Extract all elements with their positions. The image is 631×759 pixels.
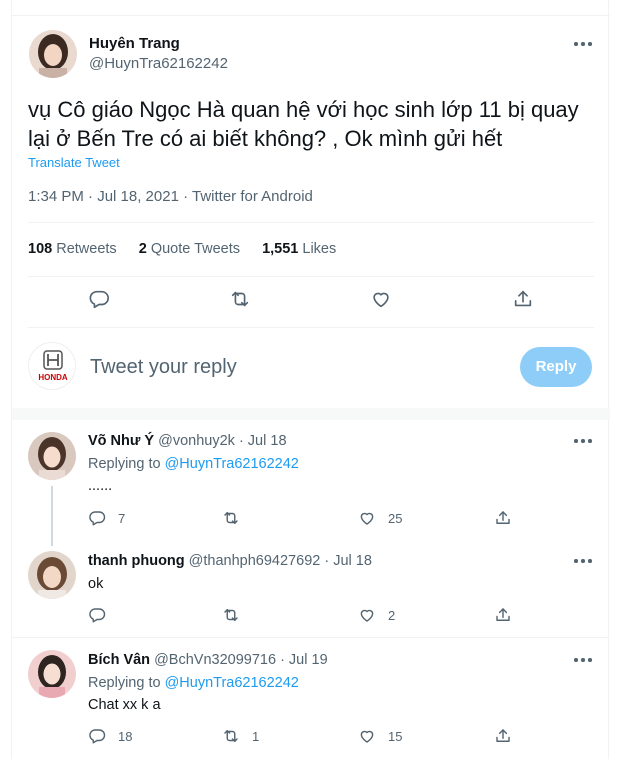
replying-label: Replying to bbox=[88, 675, 161, 691]
retweet-icon[interactable] bbox=[222, 727, 240, 745]
share-icon[interactable] bbox=[512, 288, 534, 310]
replying-to: Replying to @HuynTra62162242 bbox=[88, 456, 299, 472]
retweet-icon[interactable] bbox=[222, 606, 240, 624]
like-icon[interactable] bbox=[358, 727, 376, 745]
more-icon[interactable] bbox=[574, 656, 594, 664]
like-icon[interactable] bbox=[358, 509, 376, 527]
tweet-timestamp[interactable]: 1:34 PM · Jul 18, 2021 · Twitter for And… bbox=[28, 188, 313, 205]
reply-date[interactable]: · Jul 18 bbox=[324, 553, 372, 569]
retweets-stat[interactable]: 108 Retweets bbox=[28, 241, 117, 257]
share-icon[interactable] bbox=[494, 509, 512, 527]
section-gap bbox=[12, 408, 610, 420]
thread-line bbox=[51, 486, 53, 546]
like-icon[interactable] bbox=[370, 288, 392, 310]
reply-avatar[interactable] bbox=[28, 432, 76, 480]
divider bbox=[28, 327, 594, 328]
retweet-count: 1 bbox=[252, 729, 260, 744]
reply-date[interactable]: · Jul 19 bbox=[280, 652, 328, 668]
like-count: 15 bbox=[388, 729, 403, 744]
tweet-text: vụ Cô giáo Ngọc Hà quan hệ với học sinh … bbox=[28, 97, 579, 151]
like-count: 25 bbox=[388, 511, 403, 526]
reply-text: Chat xx k a bbox=[88, 697, 161, 713]
reply-author[interactable]: thanh phuong @thanhph69427692 · Jul 18 bbox=[88, 553, 372, 569]
divider bbox=[12, 15, 610, 16]
more-icon[interactable] bbox=[574, 40, 594, 48]
replying-to-link[interactable]: @HuynTra62162242 bbox=[165, 675, 299, 691]
retweet-icon[interactable] bbox=[229, 288, 251, 310]
current-user-avatar[interactable]: HONDA bbox=[28, 342, 76, 390]
share-icon[interactable] bbox=[494, 606, 512, 624]
reply-count: 7 bbox=[118, 511, 126, 526]
reply-count: 18 bbox=[118, 729, 133, 744]
reply-author[interactable]: Bích Vân @BchVn32099716 · Jul 19 bbox=[88, 652, 328, 668]
retweet-icon[interactable] bbox=[222, 509, 240, 527]
like-count: 2 bbox=[388, 608, 396, 623]
author-handle[interactable]: @HuynTra62162242 bbox=[89, 55, 228, 72]
likes-count: 1,551 bbox=[262, 241, 299, 257]
more-icon[interactable] bbox=[574, 437, 594, 445]
reply-author-handle: @BchVn32099716 bbox=[154, 652, 277, 668]
reply-compose-input[interactable]: Tweet your reply bbox=[90, 356, 237, 379]
quote-tweets-stat[interactable]: 2 Quote Tweets bbox=[139, 241, 240, 257]
reply-avatar[interactable] bbox=[28, 551, 76, 599]
reply-icon[interactable] bbox=[88, 606, 106, 624]
author-avatar[interactable] bbox=[29, 30, 77, 78]
reply-icon[interactable] bbox=[88, 509, 106, 527]
like-icon[interactable] bbox=[358, 606, 376, 624]
quotes-count: 2 bbox=[138, 241, 147, 257]
reply-icon[interactable] bbox=[88, 727, 106, 745]
reply-date[interactable]: · Jul 18 bbox=[239, 433, 287, 449]
reply-avatar[interactable] bbox=[28, 650, 76, 698]
quotes-label: Quote Tweets bbox=[150, 241, 241, 257]
retweets-count: 108 bbox=[28, 241, 53, 257]
more-icon[interactable] bbox=[574, 557, 594, 565]
likes-label: Likes bbox=[302, 241, 337, 257]
replying-to: Replying to @HuynTra62162242 bbox=[88, 675, 299, 691]
tweet-detail-page: Huyên Trang @HuynTra62162242 vụ Cô giáo … bbox=[11, 0, 610, 759]
tweet-stats: 108 Retweets 2 Quote Tweets 1,551 Likes bbox=[28, 241, 354, 257]
reply-author-handle: @thanhph69427692 bbox=[188, 553, 321, 569]
reply-text: ok bbox=[88, 576, 104, 592]
reply-author-name: Võ Như Ý bbox=[88, 433, 155, 449]
share-icon[interactable] bbox=[494, 727, 512, 745]
retweets-label: Retweets bbox=[56, 241, 117, 257]
likes-stat[interactable]: 1,551 Likes bbox=[262, 241, 336, 257]
replying-to-link[interactable]: @HuynTra62162242 bbox=[165, 456, 299, 472]
reply-author-handle: @vonhuy2k bbox=[158, 433, 235, 449]
divider bbox=[12, 637, 610, 638]
reply-button[interactable]: Reply bbox=[520, 347, 592, 387]
reply-author[interactable]: Võ Như Ý @vonhuy2k · Jul 18 bbox=[88, 433, 287, 449]
honda-logo-text: HONDA bbox=[38, 373, 68, 382]
replying-label: Replying to bbox=[88, 456, 161, 472]
author-name[interactable]: Huyên Trang bbox=[89, 35, 180, 52]
translate-tweet-link[interactable]: Translate Tweet bbox=[28, 155, 120, 170]
reply-author-name: thanh phuong bbox=[88, 553, 185, 569]
divider bbox=[28, 222, 594, 223]
reply-author-name: Bích Vân bbox=[88, 652, 151, 668]
reply-icon[interactable] bbox=[88, 288, 110, 310]
reply-text: ...... bbox=[88, 478, 113, 494]
divider bbox=[28, 276, 594, 277]
